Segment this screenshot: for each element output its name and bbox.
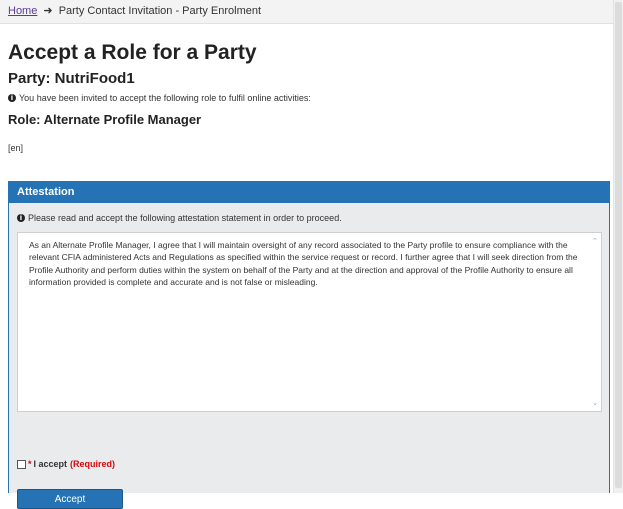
info-circle-icon: i	[17, 214, 25, 222]
required-asterisk: *	[28, 459, 32, 469]
info-circle-icon: i	[8, 94, 16, 102]
role-heading: Role: Alternate Profile Manager	[8, 112, 202, 127]
breadcrumb-current: Party Contact Invitation - Party Enrolme…	[58, 5, 262, 17]
page-scrollbar-thumb[interactable]	[615, 2, 622, 488]
invite-info-text: You have been invited to accept the foll…	[19, 93, 311, 103]
textarea-scrollbar[interactable]: ⌃ ⌄	[591, 235, 599, 409]
attestation-instruction: i Please read and accept the following a…	[17, 213, 342, 223]
attestation-statement-text: As an Alternate Profile Manager, I agree…	[29, 240, 578, 287]
party-heading: Party: NutriFood1	[8, 70, 135, 87]
breadcrumb-home-link[interactable]: Home	[8, 5, 37, 17]
attestation-panel-body: i Please read and accept the following a…	[9, 203, 609, 509]
page-scrollbar[interactable]	[613, 0, 623, 493]
accept-checkbox[interactable]	[17, 459, 26, 469]
required-label: (Required)	[70, 459, 116, 469]
page-title: Accept a Role for a Party	[8, 41, 257, 64]
chevron-down-icon[interactable]: ⌄	[591, 397, 599, 409]
breadcrumb: Home ➜ Party Contact Invitation - Party …	[0, 0, 613, 24]
attestation-panel: Attestation i Please read and accept the…	[8, 181, 610, 509]
attestation-instruction-text: Please read and accept the following att…	[28, 213, 342, 223]
language-tag: [en]	[8, 143, 24, 153]
accept-checkbox-row: * I accept (Required)	[17, 459, 115, 469]
breadcrumb-arrow-icon: ➜	[43, 5, 53, 17]
accept-button[interactable]: Accept	[17, 489, 123, 509]
attestation-statement-textarea[interactable]: As an Alternate Profile Manager, I agree…	[17, 232, 602, 412]
attestation-panel-title: Attestation	[9, 182, 609, 203]
invite-info: i You have been invited to accept the fo…	[8, 93, 311, 103]
accept-checkbox-label[interactable]: I accept	[34, 459, 68, 469]
chevron-up-icon[interactable]: ⌃	[591, 235, 599, 247]
